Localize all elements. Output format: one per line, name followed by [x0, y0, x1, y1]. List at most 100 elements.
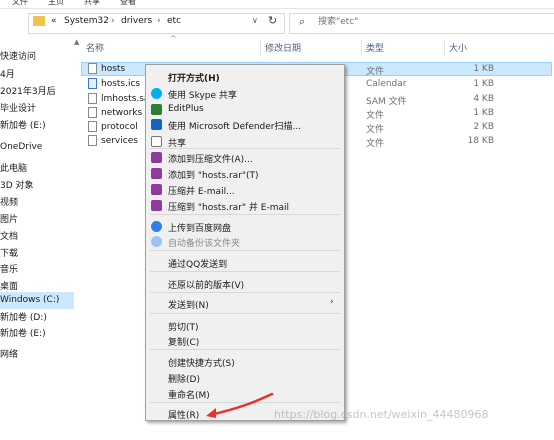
nav-item-drive-e-quick[interactable]: 新加卷 (E:)	[0, 118, 74, 135]
menu-separator	[150, 292, 340, 293]
column-divider[interactable]	[260, 40, 261, 56]
file-icon	[88, 121, 97, 132]
file-name: protocol	[101, 122, 138, 132]
share-icon	[151, 136, 162, 147]
menu-item-restore-versions[interactable]: 还原以前的版本(V)	[168, 278, 244, 291]
nav-item-april[interactable]: 4月	[0, 67, 74, 84]
skype-icon	[151, 88, 162, 99]
search-input[interactable]	[318, 14, 538, 30]
column-header-name[interactable]: 名称	[86, 41, 104, 54]
breadcrumb-separator: ›	[111, 16, 115, 26]
file-name: hosts	[101, 64, 126, 74]
menu-separator	[150, 214, 340, 215]
nav-item-3d-objects[interactable]: 3D 对象	[0, 178, 74, 195]
nav-item-network[interactable]: 网络	[0, 347, 74, 364]
chevron-down-icon[interactable]: ∨	[252, 16, 258, 25]
menu-item-editplus[interactable]: EditPlus	[168, 104, 204, 114]
nav-item-videos[interactable]: 视频	[0, 195, 74, 212]
menu-item-create-shortcut[interactable]: 创建快捷方式(S)	[168, 356, 235, 369]
nav-item-documents[interactable]: 文档	[0, 229, 74, 246]
file-icon	[88, 93, 97, 104]
ribbon-tab-view[interactable]: 查看	[120, 0, 136, 7]
menu-item-compress-rar-email[interactable]: 压缩到 "hosts.rar" 并 E-mail	[168, 200, 289, 213]
scroll-up-icon[interactable]: ▲	[74, 38, 79, 46]
file-type: 文件	[366, 67, 385, 77]
refresh-icon[interactable]: ↻	[268, 14, 277, 27]
file-size: 1 KB	[473, 64, 494, 74]
editplus-icon	[151, 104, 162, 115]
column-divider[interactable]	[361, 40, 362, 56]
column-header-modified[interactable]: 修改日期	[265, 41, 301, 54]
column-header-size[interactable]: 大小	[449, 41, 467, 54]
file-size: 1 KB	[473, 79, 494, 89]
breadcrumb-etc[interactable]: etc	[167, 16, 181, 26]
file-type: 文件	[366, 139, 385, 149]
breadcrumb-separator: ›	[157, 16, 161, 26]
menu-item-skype-share[interactable]: 使用 Skype 共享	[168, 88, 237, 101]
file-name: hosts.ics	[101, 79, 141, 89]
nav-item-drive-e[interactable]: 新加卷 (E:)	[0, 326, 74, 343]
breadcrumb-drivers[interactable]: drivers	[121, 16, 152, 26]
menu-item-copy[interactable]: 复制(C)	[168, 335, 199, 348]
annotation-arrow-icon	[206, 392, 274, 418]
menu-item-add-hosts-rar[interactable]: 添加到 "hosts.rar"(T)	[168, 168, 259, 181]
column-header-type[interactable]: 类型	[366, 41, 384, 54]
file-size: 1 KB	[473, 108, 494, 118]
nav-item-after-march[interactable]: 2021年3月后	[0, 84, 74, 101]
folder-icon	[33, 16, 45, 26]
menu-item-compress-email[interactable]: 压缩并 E-mail...	[168, 184, 235, 197]
menu-separator	[150, 349, 340, 350]
menu-separator	[150, 250, 340, 251]
nav-item-graduation[interactable]: 毕业设计	[0, 101, 74, 118]
ribbon-bar: 文件 主页 共享 查看	[0, 0, 554, 9]
ribbon-tab-file[interactable]: 文件	[12, 0, 28, 7]
nav-item-drive-c[interactable]: Windows (C:)	[0, 292, 74, 309]
winrar-icon	[151, 152, 162, 163]
chevron-right-icon: ›	[330, 297, 334, 307]
menu-item-defender-scan[interactable]: 使用 Microsoft Defender扫描...	[168, 119, 301, 132]
menu-item-delete[interactable]: 删除(D)	[168, 372, 200, 385]
menu-item-cut[interactable]: 剪切(T)	[168, 320, 199, 333]
breadcrumb-system32[interactable]: System32	[64, 16, 109, 26]
ribbon-tab-home[interactable]: 主页	[48, 0, 64, 7]
menu-item-send-to[interactable]: 发送到(N)	[168, 298, 209, 311]
winrar-icon	[151, 200, 162, 211]
nav-item-onedrive[interactable]: OneDrive	[0, 139, 74, 156]
file-type: Calendar	[366, 79, 407, 89]
nav-item-music[interactable]: 音乐	[0, 262, 74, 279]
sort-ascending-icon: ^	[170, 34, 177, 43]
search-icon: ⌕	[299, 15, 306, 28]
file-icon	[88, 135, 97, 146]
menu-item-auto-backup: 自动备份该文件夹	[168, 239, 241, 249]
menu-separator	[150, 148, 340, 149]
watermark-text: https://blog.csdn.net/weixin_44480968	[274, 408, 489, 421]
baidu-cloud-icon	[151, 221, 162, 232]
baidu-cloud-icon	[151, 236, 162, 247]
nav-item-quick-access[interactable]: 快速访问	[0, 49, 74, 66]
nav-item-downloads[interactable]: 下载	[0, 246, 74, 263]
winrar-icon	[151, 168, 162, 179]
file-icon	[88, 107, 97, 118]
file-size: 18 KB	[467, 136, 494, 146]
menu-separator	[150, 313, 340, 314]
menu-item-send-qq[interactable]: 通过QQ发送到	[168, 257, 227, 270]
calendar-file-icon	[88, 78, 97, 89]
menu-item-properties[interactable]: 属性(R)	[168, 408, 199, 421]
file-size: 2 KB	[473, 122, 494, 132]
menu-item-upload-baidu[interactable]: 上传到百度网盘	[168, 221, 231, 234]
nav-item-pictures[interactable]: 图片	[0, 212, 74, 229]
menu-item-open-with[interactable]: 打开方式(H)	[168, 71, 220, 84]
menu-separator	[150, 271, 340, 272]
defender-shield-icon	[151, 119, 162, 130]
menu-item-add-archive[interactable]: 添加到压缩文件(A)...	[168, 152, 253, 165]
file-name: services	[101, 136, 138, 146]
file-size: 4 KB	[473, 94, 494, 104]
file-icon	[88, 63, 97, 74]
nav-item-drive-d[interactable]: 新加卷 (D:)	[0, 310, 74, 327]
column-divider[interactable]	[444, 40, 445, 56]
nav-item-this-pc[interactable]: 此电脑	[0, 161, 74, 178]
ribbon-tab-share[interactable]: 共享	[84, 0, 100, 7]
winrar-icon	[151, 184, 162, 195]
breadcrumb-overflow[interactable]: «	[51, 16, 57, 26]
file-name: networks	[101, 108, 143, 118]
